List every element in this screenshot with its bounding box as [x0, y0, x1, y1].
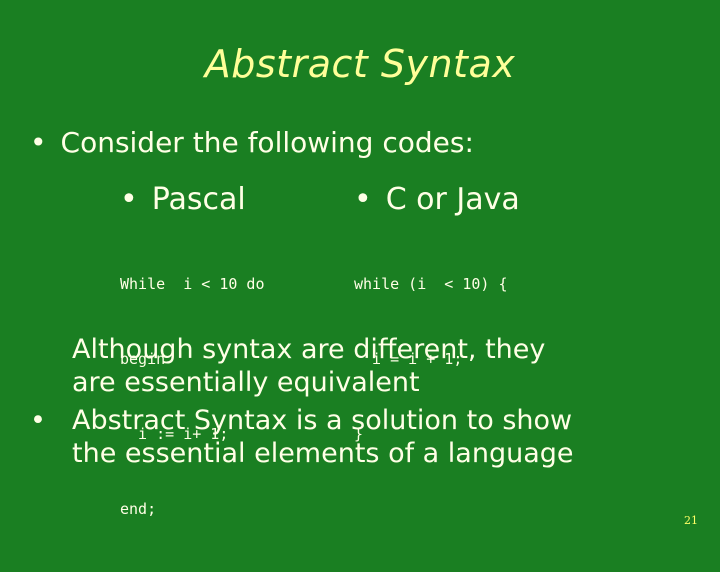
pascal-heading: • Pascal [120, 182, 246, 217]
c-java-heading-text: C or Java [385, 182, 520, 217]
intro-bullet: • Consider the following codes: [30, 126, 474, 159]
bullet-icon: • [120, 182, 138, 217]
paragraph-line: Although syntax are different, they [72, 334, 546, 365]
paragraph-line: Abstract Syntax is a solution to show [72, 405, 573, 436]
paragraph-line: the essential elements of a language [72, 438, 574, 469]
slide: Abstract Syntax • Consider the following … [0, 0, 720, 540]
slide-title: Abstract Syntax [204, 42, 516, 86]
code-line: While i < 10 do [120, 275, 265, 293]
paragraph-abstract-syntax: • Abstract Syntax is a solution to show t… [30, 404, 574, 470]
bullet-icon: • [354, 182, 372, 217]
bullet-icon: • [30, 126, 47, 159]
c-java-heading: • C or Java [354, 182, 520, 217]
page-number: 21 [684, 514, 698, 527]
code-line: end; [120, 500, 157, 518]
pascal-heading-text: Pascal [151, 182, 246, 217]
code-line: while (i < 10) { [354, 275, 508, 293]
paragraph-equivalence: Although syntax are different, they are … [30, 333, 545, 399]
intro-text: Consider the following codes: [60, 126, 474, 159]
bullet-icon: • [30, 405, 46, 436]
paragraph-line: are essentially equivalent [72, 367, 420, 398]
